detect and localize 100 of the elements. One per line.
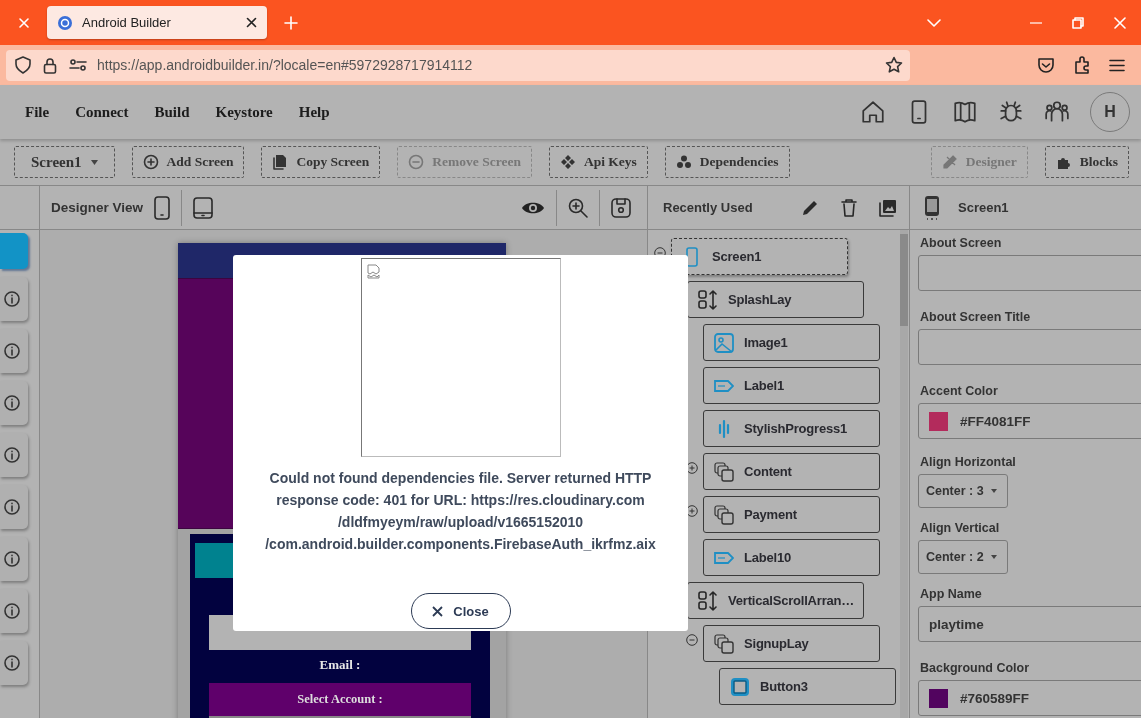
property-label: Align Horizontal bbox=[920, 455, 1016, 469]
tree-item[interactable]: Button3 bbox=[719, 668, 896, 705]
browser-tab[interactable]: Android Builder bbox=[47, 6, 267, 39]
shield-icon[interactable] bbox=[15, 56, 31, 74]
info-icon[interactable] bbox=[4, 655, 20, 671]
tree-item[interactable]: Payment bbox=[703, 496, 880, 533]
plus-icon[interactable] bbox=[283, 15, 298, 30]
tree-item[interactable]: StylishProgress1 bbox=[703, 410, 880, 447]
palette-item[interactable] bbox=[0, 381, 28, 425]
info-icon[interactable] bbox=[4, 343, 20, 359]
tree-item[interactable]: Label1 bbox=[703, 367, 880, 404]
property-label: Accent Color bbox=[920, 384, 998, 398]
color-field[interactable]: #FF4081FF bbox=[918, 403, 1141, 439]
tree-item[interactable]: Content bbox=[703, 453, 880, 490]
zoom-in-icon[interactable] bbox=[568, 197, 588, 218]
close-icon bbox=[432, 605, 444, 617]
tablet-icon[interactable] bbox=[193, 196, 214, 219]
button-icon bbox=[730, 676, 750, 697]
toolbar-button[interactable]: Add Screen bbox=[131, 146, 245, 178]
palette-item[interactable] bbox=[0, 277, 28, 321]
pencil-icon[interactable] bbox=[801, 198, 819, 217]
tools-icon bbox=[941, 154, 958, 170]
dropdown[interactable]: Center : 2 bbox=[918, 540, 1008, 574]
property-label: About Screen bbox=[920, 236, 1002, 250]
vertical-arrangement-icon bbox=[698, 289, 718, 310]
palette-item[interactable] bbox=[0, 641, 28, 685]
images-icon[interactable] bbox=[879, 198, 897, 217]
palette-item[interactable] bbox=[0, 589, 28, 633]
tree-item[interactable]: Image1 bbox=[703, 324, 880, 361]
menu-icon[interactable] bbox=[1109, 58, 1125, 72]
broken-image-icon bbox=[366, 264, 380, 279]
panel-title: Screen1 bbox=[958, 200, 1009, 215]
phone-icon[interactable] bbox=[924, 194, 940, 221]
property-label: Background Color bbox=[920, 661, 1030, 675]
text-field[interactable] bbox=[918, 329, 1141, 365]
globe-icon bbox=[57, 14, 73, 31]
phone-icon[interactable] bbox=[154, 195, 171, 220]
info-icon[interactable] bbox=[4, 499, 20, 515]
copy-icon bbox=[272, 154, 289, 170]
info-icon[interactable] bbox=[4, 603, 20, 619]
trash-icon[interactable] bbox=[841, 198, 857, 217]
people-icon[interactable] bbox=[1044, 99, 1070, 125]
vertical-arrangement-icon bbox=[698, 590, 718, 611]
close-icon[interactable] bbox=[246, 17, 257, 28]
screen-dropdown[interactable]: Screen1 bbox=[14, 146, 115, 178]
chevron-down-icon[interactable] bbox=[927, 18, 941, 27]
property-label: About Screen Title bbox=[920, 310, 1031, 324]
tree-item[interactable]: Label10 bbox=[703, 539, 880, 576]
color-field[interactable]: #760589FF bbox=[918, 680, 1141, 716]
caret-icon bbox=[990, 555, 997, 559]
caret-icon bbox=[990, 489, 997, 493]
dropdown[interactable]: Center : 3 bbox=[918, 474, 1008, 508]
collapse-icon[interactable] bbox=[686, 633, 698, 646]
palette-item[interactable] bbox=[0, 329, 28, 373]
panel-title: Recently Used bbox=[663, 200, 753, 215]
toolbar-button[interactable]: Api Keys bbox=[548, 146, 648, 178]
expand-icon[interactable] bbox=[686, 461, 698, 474]
info-icon[interactable] bbox=[4, 291, 20, 307]
text-field[interactable]: playtime bbox=[918, 606, 1141, 642]
info-icon[interactable] bbox=[4, 551, 20, 567]
restore-icon[interactable] bbox=[1072, 16, 1084, 29]
extensions-icon[interactable] bbox=[1073, 56, 1091, 74]
email-label: Email : bbox=[318, 657, 362, 673]
tree-item[interactable]: SplashLay bbox=[687, 281, 864, 318]
toolbar-button[interactable]: Dependencies bbox=[664, 146, 790, 178]
menu-item[interactable]: File bbox=[25, 103, 50, 121]
permissions-icon[interactable] bbox=[69, 59, 87, 71]
select-account-button[interactable]: Select Account : bbox=[209, 683, 471, 718]
color-swatch[interactable] bbox=[929, 688, 948, 708]
expand-icon[interactable] bbox=[686, 504, 698, 517]
property-label: Align Vertical bbox=[920, 521, 1000, 535]
info-icon[interactable] bbox=[4, 395, 20, 411]
minus-circle-icon bbox=[408, 154, 425, 170]
toolbar-button[interactable]: Copy Screen bbox=[261, 146, 381, 178]
tree-item[interactable]: SignupLay bbox=[703, 625, 880, 662]
menu-item[interactable]: Help bbox=[298, 103, 330, 121]
menu-item[interactable]: Keystore bbox=[215, 103, 273, 121]
dots-icon bbox=[675, 154, 692, 170]
address-bar[interactable]: https://app.androidbuilder.in/?locale=en#5972928717914112 bbox=[6, 49, 910, 81]
save-icon[interactable] bbox=[611, 197, 631, 218]
copies-icon bbox=[714, 633, 734, 654]
caret-icon bbox=[90, 159, 98, 165]
text-field[interactable] bbox=[918, 255, 1141, 291]
pocket-icon[interactable] bbox=[1037, 56, 1055, 74]
menu-item[interactable]: Build bbox=[154, 103, 190, 121]
home-icon[interactable] bbox=[860, 99, 886, 125]
info-icon[interactable] bbox=[4, 447, 20, 463]
view-button[interactable]: Blocks bbox=[1044, 146, 1129, 178]
scrollbar[interactable] bbox=[900, 230, 908, 718]
panel-title: Designer View bbox=[51, 200, 144, 215]
tree-item[interactable]: VerticalScrollArran… bbox=[687, 582, 864, 619]
color-swatch[interactable] bbox=[929, 411, 948, 431]
palette-item[interactable] bbox=[0, 537, 28, 581]
copies-icon bbox=[714, 461, 734, 482]
lock-icon[interactable] bbox=[43, 56, 57, 74]
error-message: Could not found dependencies file. Server returned HTTP response code: 401 for URL: https://res.cloudinary.com /dldfmyeym/raw/upload/v1665152010 /com.android.builder.components.FirebaseAuth_ikrfmz.aix bbox=[265, 469, 656, 554]
palette-item[interactable] bbox=[0, 485, 28, 529]
palette-item[interactable] bbox=[0, 433, 28, 477]
menu-item[interactable]: Connect bbox=[75, 103, 129, 121]
star-icon[interactable] bbox=[885, 56, 903, 74]
